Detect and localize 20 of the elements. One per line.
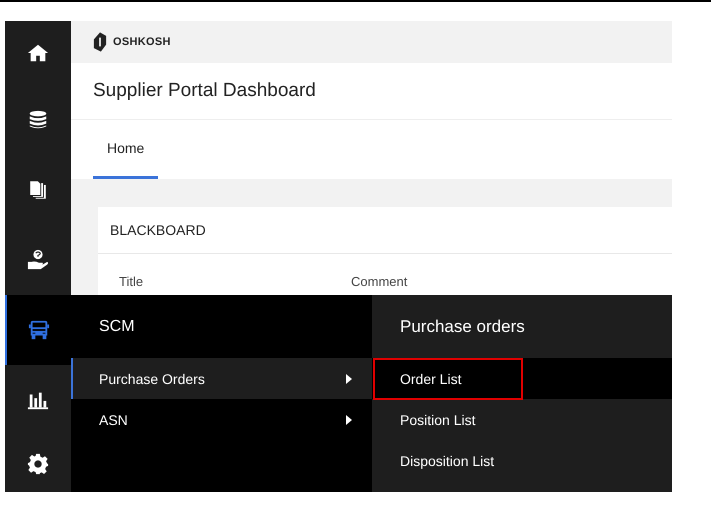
tab[interactable]: Home	[93, 120, 158, 179]
page-title: Supplier Portal Dashboard	[93, 80, 316, 102]
column-header: Comment	[351, 274, 408, 289]
menu-title: SCM	[99, 318, 135, 336]
hand-question-icon	[27, 249, 49, 271]
submenu-title: Purchase orders	[400, 316, 525, 336]
logo-text: OSHKOSH	[113, 36, 171, 48]
truck-icon	[28, 319, 50, 341]
menu-item[interactable]: ASN	[71, 399, 372, 440]
submenu-item[interactable]: Position List	[373, 398, 538, 440]
logo-icon	[93, 32, 107, 52]
settings-icon	[27, 452, 49, 474]
home-icon	[27, 42, 49, 64]
card-title: BLACKBOARD	[110, 222, 206, 238]
submenu-item[interactable]: Order List	[373, 358, 524, 400]
database-icon	[27, 109, 49, 131]
submenu-item[interactable]: Disposition List	[373, 440, 556, 482]
documents-icon	[27, 179, 49, 201]
menu-item[interactable]: Purchase Orders	[71, 358, 372, 399]
column-header: Title	[119, 274, 144, 289]
